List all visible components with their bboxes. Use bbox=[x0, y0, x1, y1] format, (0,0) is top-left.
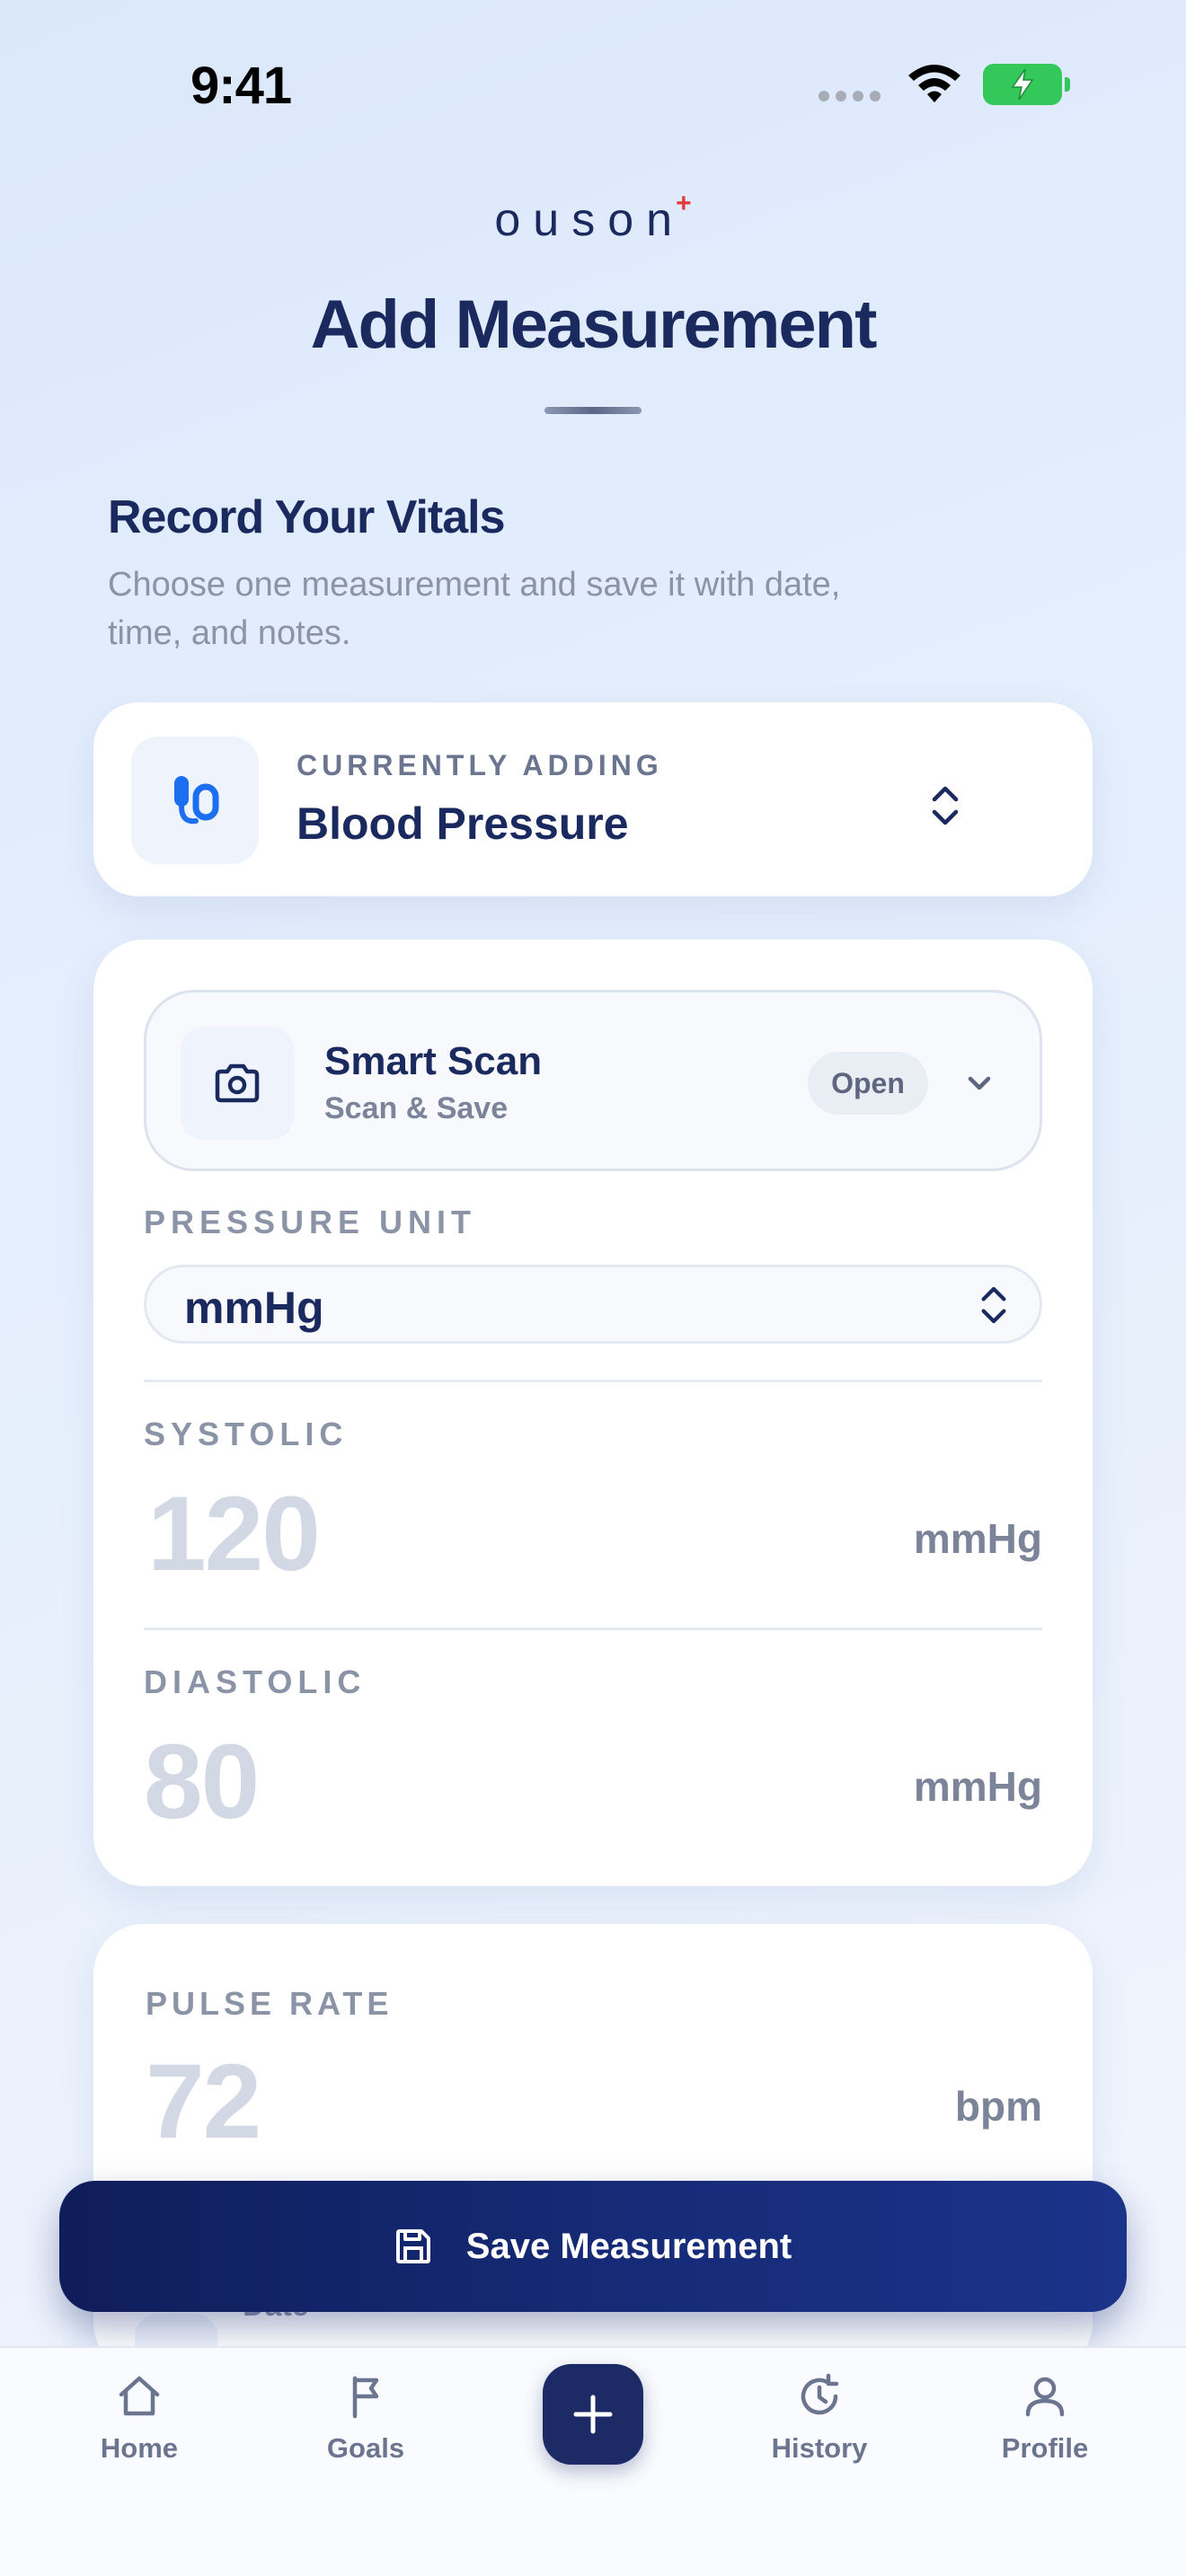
tab-profile-label: Profile bbox=[1001, 2432, 1089, 2464]
blood-pressure-icon bbox=[131, 737, 259, 864]
camera-icon bbox=[181, 1027, 294, 1140]
tab-home[interactable]: Home bbox=[67, 2371, 211, 2465]
currently-adding-value: Blood Pressure bbox=[296, 798, 629, 849]
chevron-down-icon[interactable] bbox=[964, 1068, 995, 1098]
pressure-unit-label: PRESSURE UNIT bbox=[144, 1204, 477, 1240]
diastolic-unit: mmHg bbox=[913, 1763, 1042, 1810]
divider bbox=[144, 1380, 1042, 1382]
brand-name: ouson bbox=[494, 194, 686, 246]
diastolic-input[interactable]: 80 bbox=[144, 1721, 260, 1843]
diastolic-label: DIASTOLIC bbox=[144, 1663, 367, 1700]
systolic-unit: mmHg bbox=[913, 1515, 1042, 1562]
tab-history-label: History bbox=[771, 2432, 868, 2464]
smart-scan-title: Smart Scan bbox=[324, 1039, 543, 1083]
tab-bar: Home Goals History Profile bbox=[0, 2346, 1186, 2576]
section-subtitle: Choose one measurement and save it with … bbox=[108, 566, 841, 652]
pulse-rate-input[interactable]: 72 bbox=[146, 2041, 261, 2163]
title-underline bbox=[544, 407, 642, 414]
save-icon bbox=[395, 2229, 430, 2263]
tab-home-label: Home bbox=[100, 2432, 179, 2464]
history-icon bbox=[801, 2373, 839, 2415]
tab-goals[interactable]: Goals bbox=[294, 2371, 438, 2465]
wifi-icon bbox=[908, 65, 960, 102]
home-icon bbox=[119, 2376, 160, 2416]
chevron-updown-icon bbox=[981, 1286, 1006, 1324]
pulse-rate-label: PULSE RATE bbox=[146, 1985, 394, 2022]
status-time: 9:41 bbox=[190, 57, 292, 115]
section-heading: Record Your Vitals bbox=[108, 491, 505, 543]
systolic-input[interactable]: 120 bbox=[147, 1473, 321, 1595]
blood-pressure-card: Smart Scan Scan & Save Open PRESSURE UNI… bbox=[93, 940, 1093, 1886]
systolic-label: SYSTOLIC bbox=[144, 1416, 349, 1452]
tab-profile[interactable]: Profile bbox=[973, 2371, 1117, 2465]
save-measurement-button[interactable]: Save Measurement bbox=[59, 2181, 1127, 2312]
brand-plus-mark: + bbox=[676, 189, 692, 218]
open-smart-scan-button[interactable]: Open bbox=[808, 1052, 928, 1115]
measurement-type-selector[interactable]: CURRENTLY ADDING Blood Pressure bbox=[93, 702, 1093, 896]
cellular-signal-icon bbox=[819, 91, 881, 101]
profile-icon bbox=[1025, 2377, 1065, 2417]
pulse-rate-unit: bpm bbox=[954, 2083, 1042, 2130]
smart-scan-panel[interactable]: Smart Scan Scan & Save Open bbox=[144, 990, 1042, 1171]
status-bar: 9:41 bbox=[0, 0, 1186, 171]
pressure-unit-select[interactable]: mmHg bbox=[144, 1265, 1042, 1344]
brand-logo: ouson+ bbox=[0, 189, 1186, 247]
tab-goals-label: Goals bbox=[326, 2432, 405, 2464]
page-title: Add Measurement bbox=[310, 287, 878, 363]
flag-icon bbox=[352, 2376, 379, 2419]
pressure-unit-value: mmHg bbox=[184, 1283, 324, 1333]
chevron-updown-icon bbox=[932, 786, 959, 825]
currently-adding-label: CURRENTLY ADDING bbox=[296, 749, 663, 781]
plus-icon bbox=[573, 2395, 613, 2434]
add-measurement-tab-button[interactable] bbox=[543, 2364, 643, 2465]
divider bbox=[144, 1628, 1042, 1630]
status-icons bbox=[819, 63, 1070, 106]
battery-icon bbox=[983, 64, 1070, 105]
smart-scan-subtitle: Scan & Save bbox=[324, 1091, 509, 1125]
save-measurement-label: Save Measurement bbox=[465, 2226, 792, 2266]
tab-history[interactable]: History bbox=[748, 2371, 891, 2465]
